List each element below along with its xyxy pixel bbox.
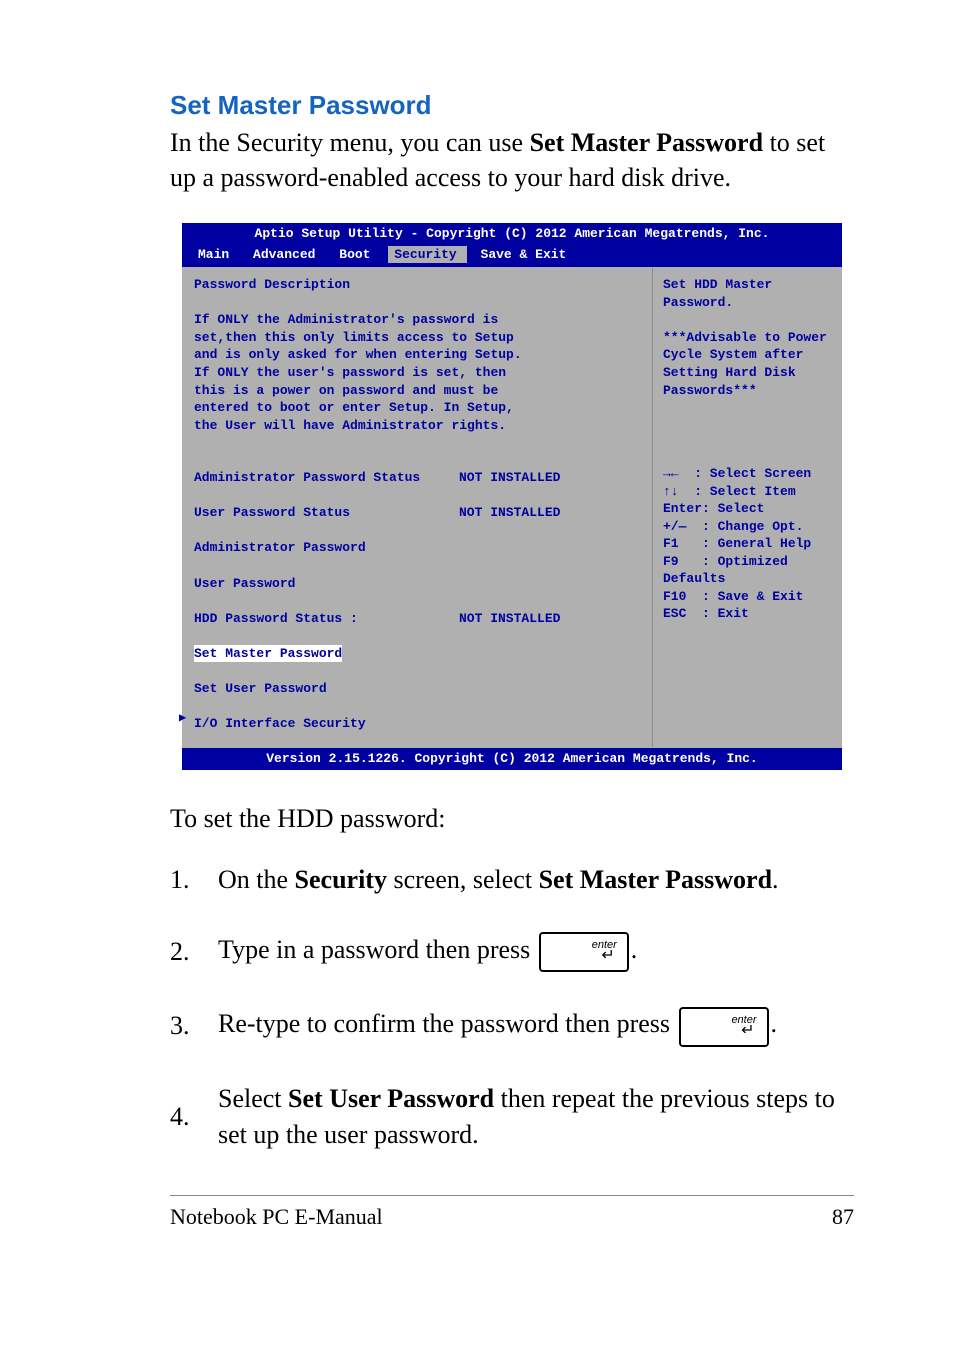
intro-paragraph: In the Security menu, you can use Set Ma… (170, 125, 854, 195)
step-3: 3. Re-type to confirm the password then … (170, 1006, 854, 1046)
bios-key-legend: →← : Select Screen ↑↓ : Select Item Ente… (663, 465, 832, 623)
key-hint: F1 : General Help (663, 535, 832, 553)
key-hint: F9 : Optimized (663, 553, 832, 571)
pw-desc-line: If ONLY the Administrator's password is (194, 311, 640, 329)
t: Set Master Password (539, 865, 772, 894)
intro-text: In the Security menu, you can use (170, 128, 530, 157)
admin-password-item: Administrator Password (194, 539, 640, 557)
t: screen, select (387, 865, 539, 894)
pw-description-title: Password Description (194, 276, 640, 294)
pw-desc-line: and is only asked for when entering Setu… (194, 346, 640, 364)
bios-tab-save-exit: Save & Exit (475, 246, 577, 264)
admin-pw-status-value: NOT INSTALLED (459, 469, 560, 487)
step-text: Select Set User Password then repeat the… (218, 1081, 854, 1154)
set-master-password-item: Set Master Password (194, 645, 640, 663)
step-text: Re-type to confirm the password then pre… (218, 1006, 854, 1046)
key-hint: F10 : Save & Exit (663, 588, 832, 606)
bios-tab-advanced: Advanced (247, 246, 325, 264)
footer-title: Notebook PC E-Manual (170, 1204, 383, 1230)
help-line: Set HDD Master Password. (663, 276, 832, 311)
bios-tab-boot: Boot (333, 246, 380, 264)
enter-key-icon: enter↵ (679, 1007, 769, 1047)
bios-screenshot: Aptio Setup Utility - Copyright (C) 2012… (182, 223, 842, 770)
step-number: 2. (170, 934, 218, 970)
t: On the (218, 865, 295, 894)
t: Type in a password then press (218, 935, 537, 964)
key-hint: ↑↓ : Select Item (663, 483, 832, 501)
hdd-pw-status-label: HDD Password Status : (194, 610, 459, 628)
key-hint: Defaults (663, 570, 832, 588)
step-number: 1. (170, 862, 218, 898)
steps-list: 1. On the Security screen, select Set Ma… (170, 862, 854, 1153)
pw-desc-line: this is a power on password and must be (194, 382, 640, 400)
pw-desc-line: set,then this only limits access to Setu… (194, 329, 640, 347)
instruction-lead: To set the HDD password: (170, 804, 854, 834)
help-line: ***Advisable to Power Cycle System after… (663, 329, 832, 399)
pw-desc-line: the User will have Administrator rights. (194, 417, 640, 435)
key-hint: →← : Select Screen (663, 465, 832, 483)
t: . (772, 865, 779, 894)
step-4: 4. Select Set User Password then repeat … (170, 1081, 854, 1154)
user-password-item: User Password (194, 575, 640, 593)
step-text: On the Security screen, select Set Maste… (218, 862, 854, 898)
step-2: 2. Type in a password then press enter↵. (170, 932, 854, 972)
t: Select (218, 1084, 288, 1113)
step-number: 4. (170, 1099, 218, 1135)
bios-help-description: Set HDD Master Password. ***Advisable to… (663, 276, 832, 399)
user-pw-status-value: NOT INSTALLED (459, 504, 560, 522)
bios-footer: Version 2.15.1226. Copyright (C) 2012 Am… (182, 748, 842, 771)
t: Set User Password (288, 1084, 494, 1113)
t: . (771, 1009, 778, 1038)
bios-left-panel: Password Description If ONLY the Adminis… (182, 268, 652, 746)
hdd-pw-status-value: NOT INSTALLED (459, 610, 560, 628)
section-heading: Set Master Password (170, 90, 854, 121)
user-pw-status-row: User Password Status NOT INSTALLED (194, 504, 640, 522)
bios-right-panel: Set HDD Master Password. ***Advisable to… (652, 268, 842, 746)
bios-header: Aptio Setup Utility - Copyright (C) 2012… (182, 223, 842, 245)
admin-pw-status-label: Administrator Password Status (194, 469, 459, 487)
return-arrow-icon: ↵ (741, 1023, 754, 1039)
step-1: 1. On the Security screen, select Set Ma… (170, 862, 854, 898)
return-arrow-icon: ↵ (601, 948, 614, 964)
bios-body: Password Description If ONLY the Adminis… (182, 267, 842, 747)
enter-key-icon: enter↵ (539, 932, 629, 972)
set-master-password-label: Set Master Password (194, 645, 342, 663)
submenu-indicator-icon: ▶ (179, 710, 186, 726)
page-number: 87 (832, 1204, 854, 1230)
step-number: 3. (170, 1008, 218, 1044)
admin-pw-status-row: Administrator Password Status NOT INSTAL… (194, 469, 640, 487)
io-interface-security-item: I/O Interface Security (194, 715, 640, 733)
set-user-password-item: Set User Password (194, 680, 640, 698)
step-text: Type in a password then press enter↵. (218, 932, 854, 972)
hdd-pw-status-row: HDD Password Status : NOT INSTALLED (194, 610, 640, 628)
bios-tab-main: Main (192, 246, 239, 264)
page-footer: Notebook PC E-Manual 87 (170, 1195, 854, 1230)
key-hint: ESC : Exit (663, 605, 832, 623)
t: Re-type to confirm the password then pre… (218, 1009, 677, 1038)
t: Security (295, 865, 387, 894)
intro-bold: Set Master Password (530, 128, 763, 157)
key-hint: Enter: Select (663, 500, 832, 518)
user-pw-status-label: User Password Status (194, 504, 459, 522)
bios-tab-security: Security (388, 246, 466, 264)
bios-tab-bar: Main Advanced Boot Security Save & Exit (182, 245, 842, 268)
pw-desc-line: If ONLY the user's password is set, then (194, 364, 640, 382)
t: . (631, 935, 638, 964)
pw-desc-line: entered to boot or enter Setup. In Setup… (194, 399, 640, 417)
key-hint: +/— : Change Opt. (663, 518, 832, 536)
